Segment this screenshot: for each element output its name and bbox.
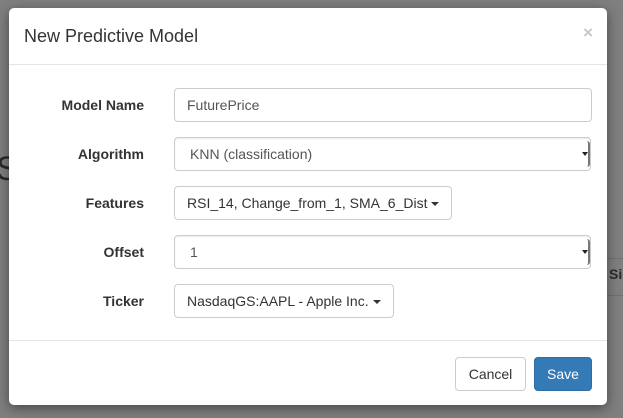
algorithm-label: Algorithm — [77, 146, 144, 162]
algorithm-selected-value: KNN (classification) — [190, 146, 313, 162]
save-button[interactable]: Save — [534, 357, 592, 391]
caret-down-icon — [431, 202, 440, 206]
ticker-dropdown[interactable]: NasdaqGS:AAPL - Apple Inc. — [174, 284, 394, 318]
offset-select[interactable]: 1 — [174, 235, 591, 269]
dialog-footer: Cancel Save — [9, 340, 607, 405]
features-multiselect[interactable]: RSI_14, Change_from_1, SMA_6_Dist — [174, 186, 453, 220]
form-row-ticker: Ticker NasdaqGS:AAPL - Apple Inc. — [9, 284, 607, 318]
dialog-body: Model Name FuturePrice Algorithm KNN (cl… — [9, 65, 607, 340]
background-divider — [607, 295, 623, 296]
form-row-features: Features RSI_14, Change_from_1, SMA_6_Di… — [9, 186, 607, 220]
dialog-title: New Predictive Model — [24, 26, 199, 46]
offset-selected-value: 1 — [190, 244, 198, 260]
cancel-button[interactable]: Cancel — [455, 357, 526, 391]
select-arrow-icon — [582, 239, 590, 265]
ticker-selected-value: NasdaqGS:AAPL - Apple Inc. — [187, 293, 369, 309]
close-icon[interactable]: × — [583, 24, 593, 41]
caret-down-icon — [372, 300, 381, 304]
model-name-input[interactable]: FuturePrice — [174, 88, 592, 122]
ticker-label: Ticker — [103, 293, 144, 309]
algorithm-select[interactable]: KNN (classification) — [174, 137, 591, 171]
form-row-model-name: Model Name FuturePrice — [9, 88, 607, 122]
form-row-offset: Offset 1 — [9, 235, 607, 269]
background-divider — [607, 258, 623, 259]
features-selected-value: RSI_14, Change_from_1, SMA_6_Dist — [187, 195, 428, 211]
offset-label: Offset — [103, 244, 144, 260]
dialog-header: New Predictive Model × — [9, 8, 607, 65]
form-row-algorithm: Algorithm KNN (classification) — [9, 137, 607, 171]
new-model-dialog: New Predictive Model × Model Name Future… — [9, 8, 607, 405]
model-name-label: Model Name — [61, 97, 144, 113]
features-label: Features — [85, 195, 144, 211]
select-arrow-icon — [582, 141, 590, 167]
background-column-header-fragment: Si — [609, 266, 623, 282]
